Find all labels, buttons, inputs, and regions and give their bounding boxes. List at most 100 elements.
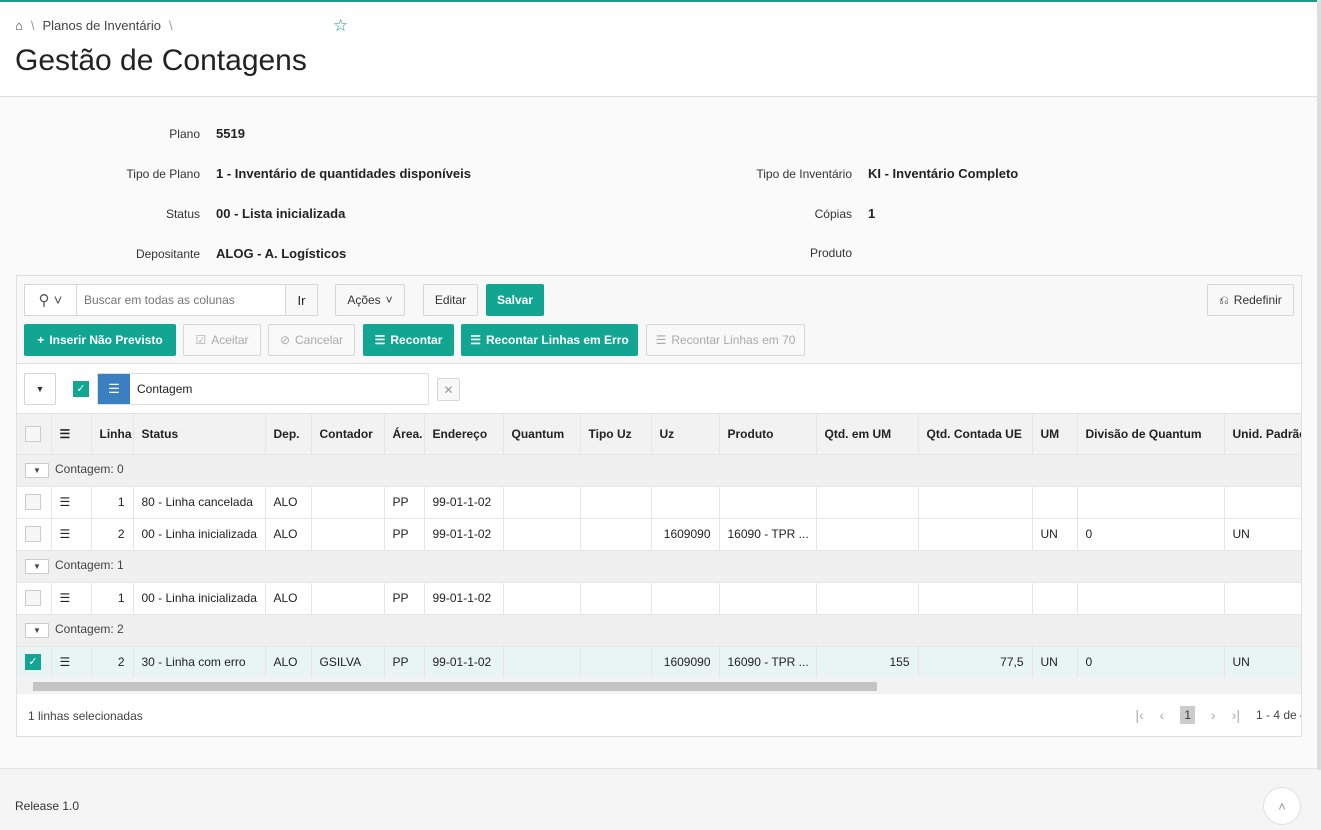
table-row[interactable]: ☰ 1 80 - Linha cancelada ALO PP 99-01-1-02 [17, 486, 1301, 519]
cell[interactable] [311, 518, 385, 551]
last-page-icon[interactable]: ›| [1232, 707, 1240, 723]
recount-errors-button[interactable]: ☰ Recontar Linhas em Erro [461, 324, 638, 356]
cell[interactable]: 0 [1077, 518, 1225, 551]
accept-button[interactable]: ☑ Aceitar [183, 324, 261, 356]
filter-checkbox[interactable]: ✓ [73, 381, 89, 397]
prev-page-icon[interactable]: ‹ [1160, 707, 1165, 723]
cell[interactable]: 0 [1077, 646, 1225, 679]
cell[interactable] [651, 486, 720, 519]
cell[interactable]: ALO [265, 582, 312, 615]
cell[interactable] [580, 646, 652, 679]
cell[interactable] [580, 582, 652, 615]
row-checkbox[interactable] [17, 486, 52, 519]
first-page-icon[interactable]: |‹ [1135, 707, 1143, 723]
cell[interactable]: 1609090 [651, 646, 720, 679]
column-header[interactable]: Unid. Padrão [1224, 414, 1301, 455]
star-icon[interactable]: ☆ [333, 16, 348, 36]
select-all[interactable] [17, 414, 52, 455]
filter-chip[interactable]: ☰ Contagem [97, 373, 429, 405]
collapse-toggle[interactable]: ▼ [24, 373, 56, 405]
row-menu-icon[interactable]: ☰ [51, 646, 92, 679]
column-header[interactable]: UM [1032, 414, 1078, 455]
column-header[interactable]: Linha [91, 414, 134, 455]
cell[interactable] [918, 518, 1033, 551]
cell[interactable] [580, 486, 652, 519]
table-row[interactable]: ✓ ☰ 2 30 - Linha com erro ALO GSILVA PP 99-01-1… [17, 646, 1301, 679]
column-header[interactable]: Produto [719, 414, 817, 455]
row-menu-header-icon[interactable]: ☰ [51, 414, 92, 455]
cell[interactable] [311, 582, 385, 615]
cell[interactable]: 00 - Linha inicializada [133, 582, 266, 615]
horizontal-scrollbar[interactable] [17, 678, 1301, 694]
column-header[interactable]: Status [133, 414, 266, 455]
row-menu-icon[interactable]: ☰ [51, 518, 92, 551]
cell[interactable]: 99-01-1-02 [424, 518, 504, 551]
cell[interactable] [1032, 582, 1078, 615]
cell[interactable]: PP [384, 486, 425, 519]
column-header[interactable]: Endereço [424, 414, 504, 455]
cell[interactable]: 1 [91, 486, 134, 519]
cell[interactable] [503, 582, 581, 615]
breadcrumb-link[interactable]: Planos de Inventário [42, 18, 161, 33]
actions-button[interactable]: Ações ˅ [335, 284, 405, 316]
cell[interactable] [918, 582, 1033, 615]
cell[interactable]: 16090 - TPR ... [719, 518, 817, 551]
insert-button[interactable]: + Inserir Não Previsto [24, 324, 176, 356]
cell[interactable]: GSILVA [311, 646, 385, 679]
cell[interactable] [311, 486, 385, 519]
cell[interactable]: 16090 - TPR ... [719, 646, 817, 679]
edit-button[interactable]: Editar [423, 284, 478, 316]
page-scrollbar[interactable] [1317, 0, 1321, 770]
recount-70-button[interactable]: ☰ Recontar Linhas em 70 [646, 324, 805, 356]
row-checkbox[interactable]: ✓ [17, 646, 52, 679]
column-header[interactable]: Divisão de Quantum [1077, 414, 1225, 455]
cell[interactable]: 2 [91, 646, 134, 679]
table-row[interactable]: ☰ 1 00 - Linha inicializada ALO PP 99-01-1-02 [17, 582, 1301, 615]
current-page[interactable]: 1 [1180, 706, 1196, 724]
cell[interactable]: PP [384, 646, 425, 679]
cell[interactable]: UN [1032, 518, 1078, 551]
column-header[interactable]: Tipo Uz [580, 414, 652, 455]
reset-button[interactable]: ⎌ Redefinir [1207, 284, 1294, 316]
cell[interactable]: 99-01-1-02 [424, 582, 504, 615]
cell[interactable] [816, 518, 919, 551]
cell[interactable]: UN [1224, 646, 1301, 679]
caret-down-icon[interactable]: ▼ [25, 623, 49, 638]
row-menu-icon[interactable]: ☰ [51, 582, 92, 615]
cell[interactable]: 80 - Linha cancelada [133, 486, 266, 519]
cell[interactable] [503, 646, 581, 679]
row-checkbox[interactable] [17, 518, 52, 551]
cell[interactable] [719, 582, 817, 615]
remove-filter-button[interactable]: ✕ [437, 378, 460, 401]
column-header[interactable]: Qtd. Contada UE [918, 414, 1033, 455]
cell[interactable]: 1609090 [651, 518, 720, 551]
cell[interactable]: 155 [816, 646, 919, 679]
cell[interactable]: 99-01-1-02 [424, 486, 504, 519]
column-header[interactable]: Área. [384, 414, 425, 455]
recount-button[interactable]: ☰ Recontar [363, 324, 454, 356]
search-input[interactable] [77, 285, 285, 315]
row-checkbox[interactable] [17, 582, 52, 615]
scroll-top-button[interactable]: ˄ [1263, 787, 1301, 825]
column-header[interactable]: Qtd. em UM [816, 414, 919, 455]
cell[interactable]: 30 - Linha com erro [133, 646, 266, 679]
column-header[interactable]: Uz [651, 414, 720, 455]
cell[interactable]: 1 [91, 582, 134, 615]
cell[interactable]: PP [384, 518, 425, 551]
home-icon[interactable]: ⌂ [15, 18, 23, 33]
cell[interactable]: ALO [265, 646, 312, 679]
column-header[interactable]: Quantum [503, 414, 581, 455]
cell[interactable]: 99-01-1-02 [424, 646, 504, 679]
cell[interactable]: 00 - Linha inicializada [133, 518, 266, 551]
cell[interactable]: UN [1224, 518, 1301, 551]
column-header[interactable]: Dep. [265, 414, 312, 455]
cell[interactable] [816, 582, 919, 615]
cell[interactable] [580, 518, 652, 551]
caret-down-icon[interactable]: ▼ [25, 463, 49, 478]
cell[interactable] [1077, 582, 1225, 615]
cell[interactable] [1032, 486, 1078, 519]
next-page-icon[interactable]: › [1211, 707, 1216, 723]
cell[interactable]: UN [1032, 646, 1078, 679]
search-icon[interactable]: ⚲ ˅ [25, 285, 77, 315]
table-row[interactable]: ☰ 2 00 - Linha inicializada ALO PP 99-01-1-02… [17, 518, 1301, 551]
